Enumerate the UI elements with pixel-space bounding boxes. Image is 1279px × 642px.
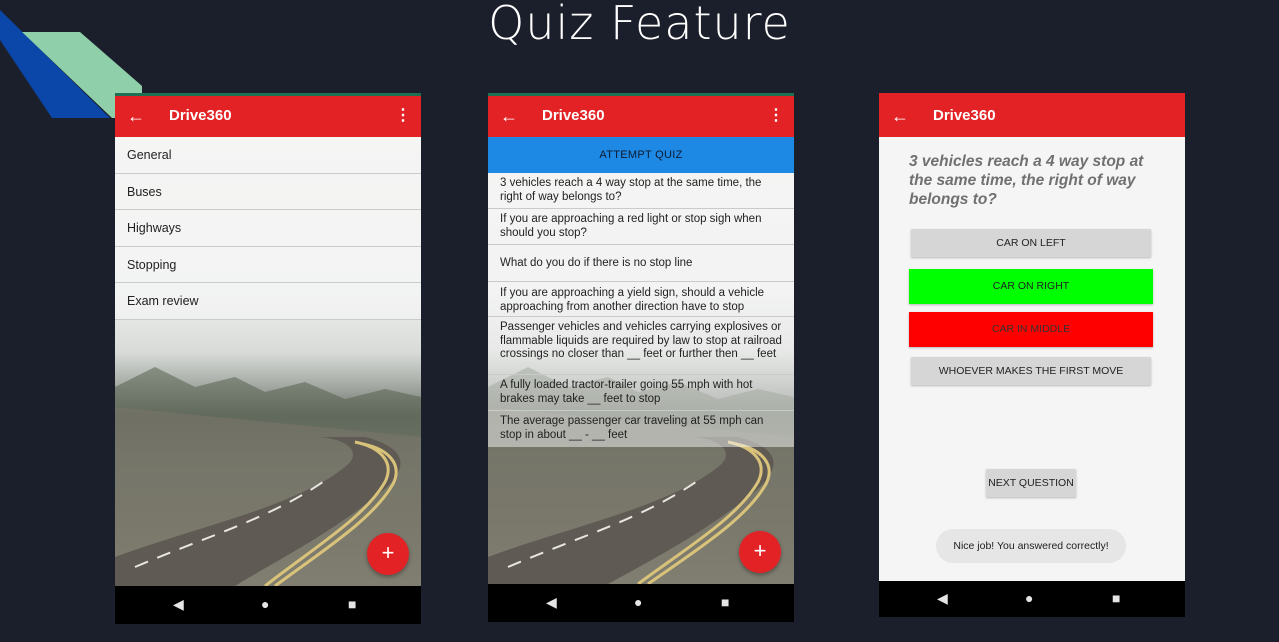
phone-categories: ← Drive360 ⋮ General Buses Highways Stop…	[115, 93, 421, 624]
question-item[interactable]: A fully loaded tractor-trailer going 55 …	[488, 375, 794, 411]
question-item[interactable]: 3 vehicles reach a 4 way stop at the sam…	[488, 173, 794, 209]
phone-question-list: ← Drive360 ⋮ ATTEMPT QUIZ 3 vehicles rea…	[488, 93, 794, 622]
answer-button-car-on-left[interactable]: CAR ON LEFT	[911, 229, 1151, 257]
add-fab-button[interactable]: +	[367, 533, 409, 575]
app-bar: ← Drive360 ⋮	[488, 93, 794, 137]
nav-recents-icon[interactable]: ■	[348, 596, 356, 612]
nav-home-icon[interactable]: ●	[634, 594, 642, 610]
category-list: General Buses Highways Stopping Exam rev…	[115, 137, 421, 320]
quiz-screen: 3 vehicles reach a 4 way stop at the sam…	[879, 137, 1185, 581]
answer-button-whoever-moves-first[interactable]: WHOEVER MAKES THE FIRST MOVE	[911, 357, 1151, 385]
answer-button-car-on-right[interactable]: CAR ON RIGHT	[909, 269, 1153, 304]
category-item-general[interactable]: General	[115, 137, 421, 174]
question-item[interactable]: The average passenger car traveling at 5…	[488, 411, 794, 447]
question-item[interactable]: If you are approaching a yield sign, sho…	[488, 282, 794, 317]
android-nav-bar: ◀ ● ■	[488, 584, 794, 622]
nav-back-icon[interactable]: ◀	[937, 590, 948, 607]
category-item-exam-review[interactable]: Exam review	[115, 283, 421, 320]
category-screen: General Buses Highways Stopping Exam rev…	[115, 137, 421, 586]
app-title: Drive360	[169, 107, 232, 124]
add-fab-button[interactable]: +	[739, 531, 781, 573]
android-nav-bar: ◀ ● ■	[115, 586, 421, 624]
feedback-toast: Nice job! You answered correctly!	[936, 529, 1126, 563]
nav-recents-icon[interactable]: ■	[721, 594, 729, 610]
app-title: Drive360	[933, 107, 996, 124]
nav-home-icon[interactable]: ●	[1025, 590, 1033, 606]
slide-title: Quiz Feature	[488, 0, 791, 50]
arrow-left-icon[interactable]: ←	[500, 106, 518, 127]
next-question-button[interactable]: NEXT QUESTION	[986, 469, 1076, 497]
nav-recents-icon[interactable]: ■	[1112, 590, 1120, 606]
nav-home-icon[interactable]: ●	[261, 596, 269, 612]
question-list-screen: ATTEMPT QUIZ 3 vehicles reach a 4 way st…	[488, 137, 794, 584]
app-title: Drive360	[542, 107, 605, 124]
question-list: ATTEMPT QUIZ 3 vehicles reach a 4 way st…	[488, 137, 794, 447]
question-item[interactable]: Passenger vehicles and vehicles carrying…	[488, 317, 794, 375]
category-item-highways[interactable]: Highways	[115, 210, 421, 247]
app-bar: ← Drive360	[879, 93, 1185, 137]
more-vertical-icon[interactable]: ⋮	[768, 105, 784, 125]
answer-button-car-in-middle[interactable]: CAR IN MIDDLE	[909, 312, 1153, 347]
nav-back-icon[interactable]: ◀	[173, 596, 184, 613]
category-item-buses[interactable]: Buses	[115, 173, 421, 210]
attempt-quiz-button[interactable]: ATTEMPT QUIZ	[488, 137, 794, 173]
question-item[interactable]: What do you do if there is no stop line	[488, 245, 794, 282]
slide: Quiz Feature ← Drive360 ⋮ General Buses …	[0, 0, 1279, 642]
category-item-stopping[interactable]: Stopping	[115, 246, 421, 283]
app-bar: ← Drive360 ⋮	[115, 93, 421, 137]
arrow-left-icon[interactable]: ←	[127, 106, 145, 127]
nav-back-icon[interactable]: ◀	[546, 594, 557, 611]
quiz-question: 3 vehicles reach a 4 way stop at the sam…	[909, 153, 1144, 208]
question-item[interactable]: If you are approaching a red light or st…	[488, 209, 794, 245]
more-vertical-icon[interactable]: ⋮	[395, 105, 411, 125]
android-nav-bar: ◀ ● ■	[879, 581, 1185, 617]
phone-quiz: ← Drive360 3 vehicles reach a 4 way stop…	[879, 93, 1185, 617]
arrow-left-icon[interactable]: ←	[891, 106, 909, 127]
